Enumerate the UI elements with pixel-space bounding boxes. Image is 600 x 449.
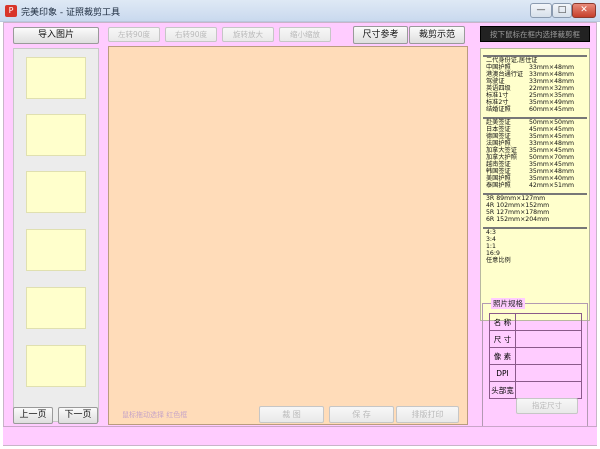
zoom-in-button[interactable]: 旋转放大: [222, 27, 274, 42]
ref-item[interactable]: 标准2寸 35mm×49mm: [483, 99, 587, 106]
ref-item[interactable]: 越南签证 35mm×45mm: [483, 161, 587, 168]
thumbnail-slot[interactable]: [26, 171, 86, 213]
ref-item[interactable]: 英语四级 22mm×32mm: [483, 85, 587, 92]
ref-item[interactable]: 任意比例: [483, 257, 587, 264]
close-button[interactable]: ✕: [572, 3, 596, 18]
rotate-left-button[interactable]: 左转90度: [108, 27, 160, 42]
ref-item[interactable]: 德国签证 35mm×45mm: [483, 133, 587, 140]
photo-spec-table: 名 称 尺 寸 像 素 DPI 头部宽: [489, 313, 582, 399]
thumbnail-slot[interactable]: [26, 345, 86, 387]
crop-demo-button[interactable]: 裁剪示范: [409, 26, 465, 44]
rotate-right-button[interactable]: 右转90度: [165, 27, 217, 42]
ref-item[interactable]: 泰国护照 42mm×51mm: [483, 182, 587, 189]
ref-item[interactable]: 结婚证照 60mm×45mm: [483, 106, 587, 113]
photo-spec-title: 照片规格: [491, 298, 525, 309]
ref-item[interactable]: 4R 102mm×152mm: [483, 202, 587, 209]
spec-value: [515, 381, 582, 399]
spec-label: 像 素: [489, 347, 516, 365]
next-page-button[interactable]: 下一页: [58, 407, 98, 424]
import-image-button[interactable]: 导入图片: [13, 27, 99, 44]
spec-label: 名 称: [489, 313, 516, 331]
layout-print-button[interactable]: 排版打印: [396, 406, 459, 423]
ref-group-domestic: 二代身份证,居住证 中国护照 33mm×48mm 港澳台通行证 33mm×48mm …: [483, 55, 587, 113]
status-hint: 鼠标拖动选择 红色框: [122, 411, 188, 419]
ref-item[interactable]: 3:4: [483, 236, 587, 243]
ref-item[interactable]: 6R 152mm×204mm: [483, 216, 587, 223]
ref-item[interactable]: 赴美签证 50mm×50mm: [483, 119, 587, 126]
spec-value: [515, 347, 582, 365]
ref-item[interactable]: 标准1寸 25mm×35mm: [483, 92, 587, 99]
window-title: 完美印象 - 证照裁剪工具: [21, 8, 120, 18]
size-reference-button[interactable]: 尺寸参考: [353, 26, 408, 44]
status-bar: [3, 426, 597, 445]
thumbnail-slot[interactable]: [26, 57, 86, 99]
image-canvas[interactable]: [108, 46, 468, 425]
ref-group-photo-print: 3R 89mm×127mm 4R 102mm×152mm 5R 127mm×17…: [483, 193, 587, 223]
maximize-button[interactable]: □: [552, 3, 572, 18]
ref-item[interactable]: 美国护照 35mm×40mm: [483, 175, 587, 182]
spec-label: DPI: [489, 364, 516, 382]
ref-item[interactable]: 加拿大签证 35mm×45mm: [483, 147, 587, 154]
ref-item[interactable]: 法国护照 33mm×48mm: [483, 140, 587, 147]
spec-label: 尺 寸: [489, 330, 516, 348]
ref-item[interactable]: 加拿大护照 50mm×70mm: [483, 154, 587, 161]
thumbnail-panel: [13, 48, 99, 422]
minimize-button[interactable]: —: [530, 3, 552, 18]
ref-item[interactable]: 港澳台通行证 33mm×48mm: [483, 71, 587, 78]
spec-value: [515, 313, 582, 331]
prev-page-button[interactable]: 上一页: [13, 407, 53, 424]
ref-item[interactable]: 二代身份证,居住证: [483, 57, 587, 64]
main-window: 导入图片 上一页 下一页 左转90度 右转90度 旋转放大 缩小缩放 尺寸参考 …: [3, 22, 597, 446]
ref-item[interactable]: 4:3: [483, 229, 587, 236]
ref-item[interactable]: 1:1: [483, 243, 587, 250]
specify-size-button[interactable]: 指定尺寸: [516, 398, 578, 414]
title-bar: P 完美印象 - 证照裁剪工具 — □ ✕: [0, 0, 600, 22]
ref-group-visa: 赴美签证 50mm×50mm 日本签证 45mm×45mm 德国签证 35mm×45m…: [483, 117, 587, 189]
thumbnail-slot[interactable]: [26, 287, 86, 329]
ref-item[interactable]: 5R 127mm×178mm: [483, 209, 587, 216]
thumbnail-slot[interactable]: [26, 229, 86, 271]
ref-group-ratio: 4:3 3:4 1:1 16:9 任意比例: [483, 227, 587, 264]
thumbnail-slot[interactable]: [26, 114, 86, 156]
spec-value: [515, 330, 582, 348]
ref-item[interactable]: 日本签证 45mm×45mm: [483, 126, 587, 133]
ref-item[interactable]: 16:9: [483, 250, 587, 257]
crop-hint-bar: 按下鼠标在框内选择裁剪框: [480, 26, 590, 42]
ref-item[interactable]: 中国护照 33mm×48mm: [483, 64, 587, 71]
ref-item[interactable]: 驾驶证 33mm×48mm: [483, 78, 587, 85]
zoom-out-button[interactable]: 缩小缩放: [279, 27, 331, 42]
save-button[interactable]: 保 存: [329, 406, 394, 423]
ref-item[interactable]: 韩国签证 35mm×48mm: [483, 168, 587, 175]
app-logo-icon: P: [5, 5, 17, 17]
spec-label: 头部宽: [489, 381, 516, 399]
size-reference-list: 二代身份证,居住证 中国护照 33mm×48mm 港澳台通行证 33mm×48mm …: [480, 48, 590, 321]
crop-button[interactable]: 裁 图: [259, 406, 324, 423]
ref-item[interactable]: 3R 89mm×127mm: [483, 195, 587, 202]
spec-value: [515, 364, 582, 382]
